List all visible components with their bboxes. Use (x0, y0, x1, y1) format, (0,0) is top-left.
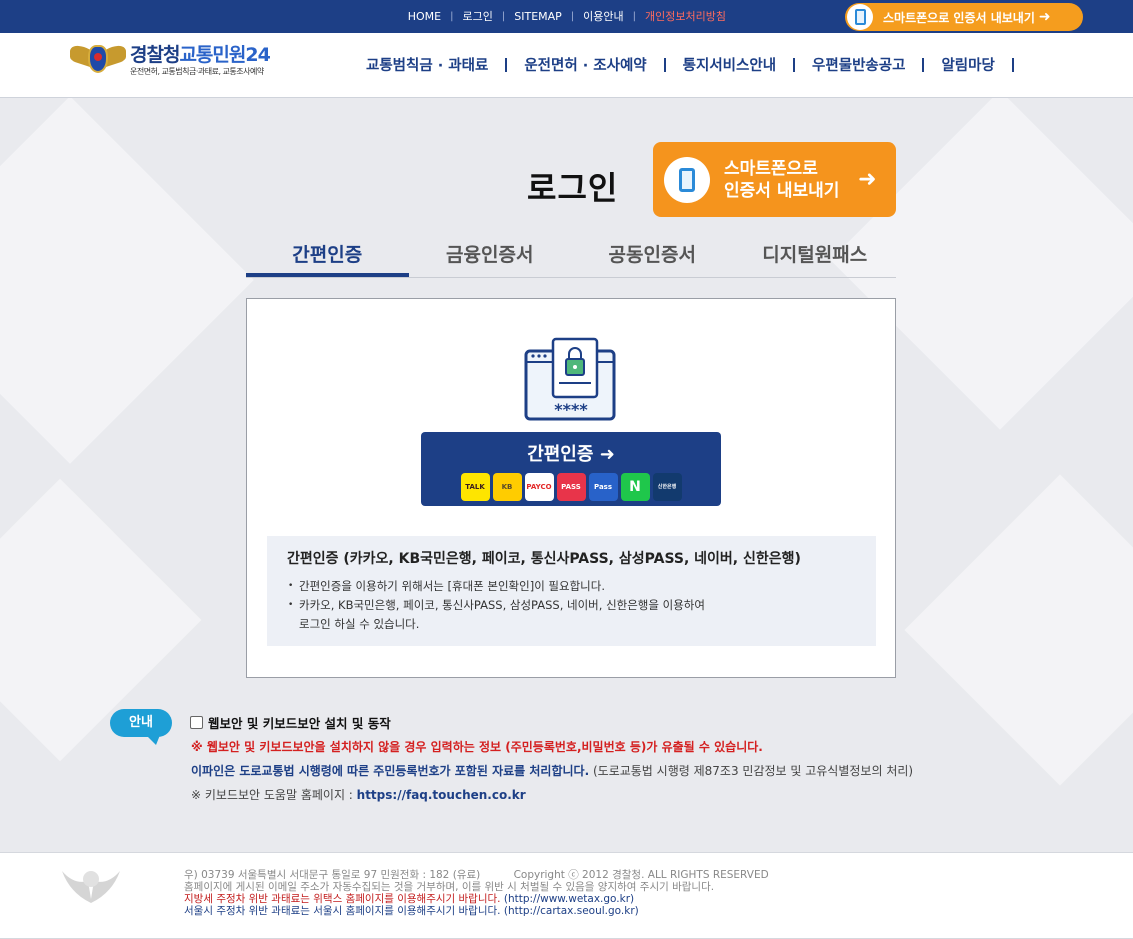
provider-logos: TALK KB PAYCO PASS Pass N 신한은행 (421, 473, 721, 501)
cartax-link[interactable]: (http://cartax.seoul.go.kr) (504, 905, 639, 917)
info-item-line2: 로그인 하실 수 있습니다. (299, 617, 420, 631)
shinhan-bank-icon: 신한은행 (652, 473, 682, 501)
footer-email-notice: 홈페이지에 게시된 이메일 주소가 자동수집되는 것을 거부하며, 이를 위반 … (184, 881, 715, 893)
nav-notice-board[interactable]: 알림마당 (941, 54, 994, 75)
login-method-tabs: 간편인증 금융인증서 공동인증서 디지털원패스 (246, 234, 896, 278)
processing-text: 이파인은 도로교통법 시행령에 따른 주민등록번호가 포함된 자료를 처리합니다… (191, 764, 590, 778)
police-emblem-icon (70, 41, 126, 79)
keyboard-help: ※ 키보드보안 도움말 홈페이지 : https://faq.touchen.c… (191, 786, 526, 803)
sitemap-link[interactable]: SITEMAP (505, 10, 571, 23)
footer-address: 우) 03739 서울특별시 서대문구 통일로 97 민원전화 : 182 (유… (184, 869, 481, 881)
footer-copyright: Copyright ⓒ 2012 경찰청. ALL RIGHTS RESERVE… (513, 869, 769, 881)
nav-returned-mail[interactable]: 우편물반송공고 (812, 54, 905, 75)
payco-icon: PAYCO (524, 473, 554, 501)
utility-nav: HOME | 로그인 | SITEMAP | 이용안내 | 개인정보처리방침 (399, 8, 735, 24)
certificate-lock-icon: **** (524, 337, 616, 421)
logo-title-part1: 경찰청 (130, 43, 180, 66)
arrow-right-icon: ➜ (858, 167, 877, 192)
processing-extra: (도로교통법 시행령 제87조3 민감정보 및 고유식별정보의 처리) (592, 764, 914, 778)
home-link[interactable]: HOME (399, 10, 450, 23)
export-label-line1: 스마트폰으로 (724, 158, 818, 179)
simple-auth-button-label: 간편인증 ➜ (527, 444, 615, 465)
naver-icon: N (620, 473, 650, 501)
nav-divider (663, 57, 666, 72)
info-title: 간편인증 (카카오, KB국민은행, 페이코, 통신사PASS, 삼성PASS,… (287, 551, 801, 567)
security-warning: ※ 웹보안 및 키보드보안을 설치하지 않을 경우 입력하는 정보 (주민등록번… (191, 740, 763, 754)
site-logo[interactable]: 경찰청교통민원24 운전면허, 교통범칙금·과태료, 교통조사예약 (70, 41, 271, 79)
svg-text:****: **** (554, 400, 588, 419)
pass-icon: PASS (556, 473, 586, 501)
security-install-checkbox[interactable] (190, 716, 203, 729)
nav-divider (505, 57, 508, 72)
keyboard-help-prefix: ※ 키보드보안 도움말 홈페이지 : (191, 788, 357, 802)
page-title: 로그인 (527, 169, 619, 207)
keyboard-help-link[interactable]: https://faq.touchen.co.kr (357, 788, 526, 802)
footer-info: 우) 03739 서울특별시 서대문구 통일로 97 민원전화 : 182 (유… (184, 869, 769, 917)
logo-title-part2: 교통민원24 (179, 43, 270, 66)
nav-divider (793, 57, 796, 72)
arrow-right-icon: ➜ (1038, 9, 1051, 25)
info-item: 카카오, KB국민은행, 페이코, 통신사PASS, 삼성PASS, 네이버, … (287, 596, 856, 634)
samsung-pass-icon: Pass (588, 473, 618, 501)
kakao-icon: TALK (460, 473, 490, 501)
main-nav: 교통범칙금 · 과태료 운전면허 · 조사예약 통지서비스안내 우편물반송공고 … (366, 54, 1031, 75)
logo-title: 경찰청교통민원24 (130, 43, 271, 66)
simple-auth-panel: **** 간편인증 ➜ TALK KB PAYCO PASS Pass N 신한… (246, 298, 896, 678)
background-shape (0, 96, 254, 464)
top-utility-bar: HOME | 로그인 | SITEMAP | 이용안내 | 개인정보처리방침 스… (0, 0, 1133, 33)
export-certificate-top-label: 스마트폰으로 인증서 내보내기 (883, 10, 1035, 25)
info-item-line1: 카카오, KB국민은행, 페이코, 통신사PASS, 삼성PASS, 네이버, … (299, 598, 705, 612)
seoul-tax-text: 서울시 주정차 위반 과태료는 서울시 홈페이지를 이용해주시기 바랍니다. (184, 905, 501, 917)
site-header: 경찰청교통민원24 운전면허, 교통범칙금·과태료, 교통조사예약 교통범칙금 … (0, 33, 1133, 98)
info-list: 간편인증을 이용하기 위해서는 [휴대폰 본인확인]이 필요합니다. 카카오, … (287, 577, 856, 634)
login-link[interactable]: 로그인 (454, 8, 502, 24)
guide-badge: 안내 (110, 709, 172, 745)
nav-driver-license[interactable]: 운전면허 · 조사예약 (524, 54, 646, 75)
footer-seoul: 서울시 주정차 위반 과태료는 서울시 홈페이지를 이용해주시기 바랍니다. (… (184, 905, 769, 917)
footer-address-row: 우) 03739 서울특별시 서대문구 통일로 97 민원전화 : 182 (유… (184, 869, 769, 881)
wetax-link[interactable]: (http://www.wetax.go.kr) (504, 893, 634, 905)
info-item: 간편인증을 이용하기 위해서는 [휴대폰 본인확인]이 필요합니다. (287, 577, 856, 596)
nav-divider (1011, 57, 1014, 72)
local-tax-text: 지방세 주정차 위반 과태료는 위택스 홈페이지를 이용해주시기 바랍니다. (184, 893, 501, 905)
privacy-policy-link[interactable]: 개인정보처리방침 (636, 8, 735, 24)
guide-link[interactable]: 이용안내 (574, 8, 632, 24)
tab-digital-onepass[interactable]: 디지털원패스 (734, 234, 897, 277)
simple-auth-info: 간편인증 (카카오, KB국민은행, 페이코, 통신사PASS, 삼성PASS,… (267, 536, 876, 646)
nav-traffic-fines[interactable]: 교통범칙금 · 과태료 (366, 54, 488, 75)
nav-divider (922, 57, 925, 72)
kb-bank-icon: KB (492, 473, 522, 501)
export-label-line2: 인증서 내보내기 (724, 180, 840, 201)
tab-joint-cert[interactable]: 공동인증서 (571, 234, 734, 277)
background-shape (904, 474, 1133, 786)
simple-auth-button[interactable]: 간편인증 ➜ TALK KB PAYCO PASS Pass N 신한은행 (421, 432, 721, 506)
site-footer: 우) 03739 서울특별시 서대문구 통일로 97 민원전화 : 182 (유… (0, 852, 1133, 939)
export-certificate-top-button[interactable]: 스마트폰으로 인증서 내보내기 ➜ (845, 3, 1083, 31)
smartphone-icon (664, 156, 710, 203)
tab-financial-cert[interactable]: 금융인증서 (409, 234, 572, 277)
security-install-label[interactable]: 웹보안 및 키보드보안 설치 및 동작 (208, 713, 391, 732)
police-emblem-icon (62, 871, 120, 903)
tab-simple-auth[interactable]: 간편인증 (246, 234, 409, 277)
logo-subtitle: 운전면허, 교통범칙금·과태료, 교통조사예약 (130, 66, 264, 76)
data-processing-notice: 이파인은 도로교통법 시행령에 따른 주민등록번호가 포함된 자료를 처리합니다… (191, 762, 913, 779)
footer-local-tax: 지방세 주정차 위반 과태료는 위택스 홈페이지를 이용해주시기 바랍니다. (… (184, 893, 769, 905)
smartphone-icon (847, 4, 873, 30)
nav-notification-service[interactable]: 통지서비스안내 (683, 54, 776, 75)
export-certificate-label: 스마트폰으로 인증서 내보내기 (724, 158, 858, 202)
export-certificate-button[interactable]: 스마트폰으로 인증서 내보내기 ➜ (653, 142, 896, 217)
